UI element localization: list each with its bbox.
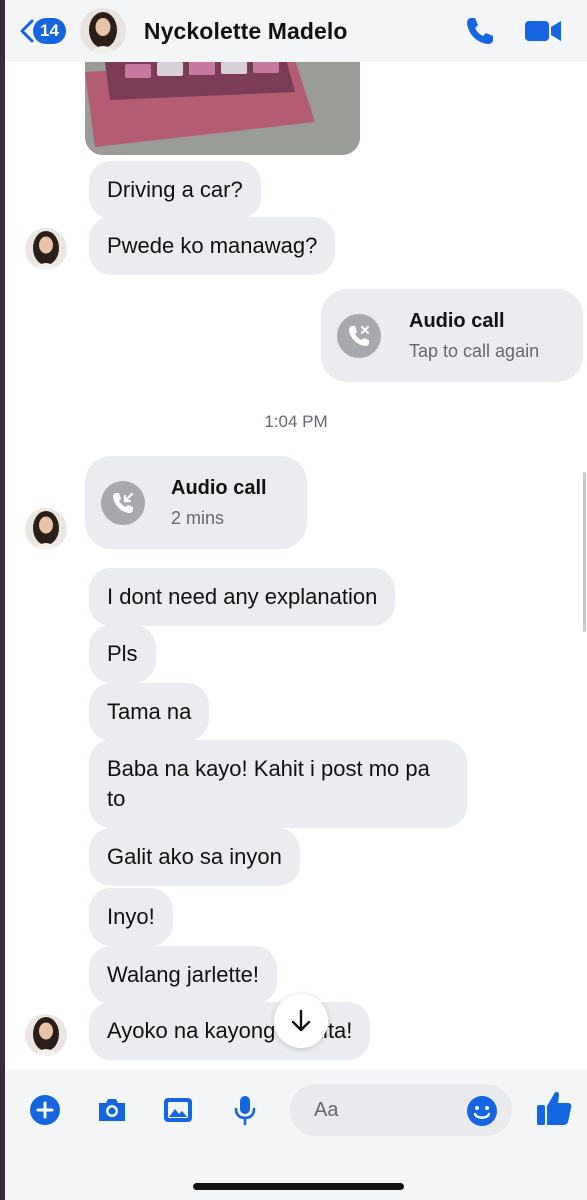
emoji-icon[interactable] bbox=[465, 1094, 499, 1128]
video-camera-icon[interactable] bbox=[523, 14, 563, 48]
composer-bar: Aa bbox=[5, 1070, 587, 1200]
call-subtitle[interactable]: Tap to call again bbox=[409, 341, 539, 362]
gallery-button[interactable] bbox=[160, 1092, 196, 1128]
unread-badge: 14 bbox=[33, 18, 66, 44]
camera-button[interactable] bbox=[94, 1092, 130, 1128]
call-title: Audio call bbox=[409, 309, 505, 332]
contact-avatar[interactable] bbox=[79, 8, 126, 54]
message-bubble[interactable]: Walang jarlette! bbox=[89, 946, 278, 1004]
microphone-button[interactable] bbox=[227, 1092, 263, 1128]
message-list[interactable]: Driving a car? Pwede ko manawag? Audio c… bbox=[5, 62, 587, 1070]
contact-avatar-small bbox=[25, 228, 67, 270]
audio-call-card-incoming[interactable]: Audio call 2 mins bbox=[85, 456, 307, 549]
shared-photo[interactable] bbox=[85, 62, 360, 155]
missed-call-icon bbox=[337, 313, 381, 358]
message-bubble[interactable]: Baba na kayo! Kahit i post mo pa to bbox=[89, 740, 467, 828]
microphone-icon bbox=[234, 1096, 256, 1126]
scrollbar[interactable] bbox=[583, 472, 586, 632]
timestamp: 1:04 PM bbox=[264, 412, 328, 431]
contact-avatar-small bbox=[25, 508, 67, 550]
plus-button[interactable] bbox=[27, 1092, 63, 1128]
audio-call-card-outgoing[interactable]: Audio call Tap to call again bbox=[321, 289, 583, 382]
message-bubble[interactable]: Pwede ko manawag? bbox=[89, 217, 336, 275]
message-bubble[interactable]: Galit ako sa inyon bbox=[89, 828, 300, 886]
contact-avatar-small bbox=[25, 1014, 67, 1056]
call-title: Audio call bbox=[171, 476, 267, 499]
message-bubble[interactable]: Tama na bbox=[89, 683, 210, 741]
message-input-placeholder: Aa bbox=[314, 1098, 339, 1121]
message-bubble[interactable]: Inyo! bbox=[89, 888, 173, 946]
plus-icon bbox=[30, 1095, 60, 1125]
arrow-down-icon bbox=[291, 1009, 311, 1032]
like-icon[interactable] bbox=[535, 1088, 573, 1128]
call-duration: 2 mins bbox=[171, 507, 225, 528]
message-bubble[interactable]: Pls bbox=[89, 625, 156, 683]
message-bubble[interactable]: Driving a car? bbox=[89, 161, 261, 219]
camera-icon bbox=[99, 1099, 125, 1121]
back-button[interactable]: 14 bbox=[19, 18, 66, 44]
contact-name[interactable]: Nyckolette Madelo bbox=[144, 18, 348, 45]
incoming-call-icon bbox=[101, 480, 145, 525]
message-bubble[interactable]: I dont need any explanation bbox=[89, 568, 396, 626]
phone-icon[interactable] bbox=[463, 14, 497, 48]
gallery-icon bbox=[164, 1098, 192, 1122]
scroll-to-bottom-button[interactable] bbox=[274, 994, 328, 1048]
chat-header: 14 Nyckolette Madelo bbox=[5, 0, 587, 62]
message-bubble[interactable]: Ayoko na kayong makita! bbox=[89, 1002, 371, 1060]
home-indicator[interactable] bbox=[193, 1183, 404, 1190]
